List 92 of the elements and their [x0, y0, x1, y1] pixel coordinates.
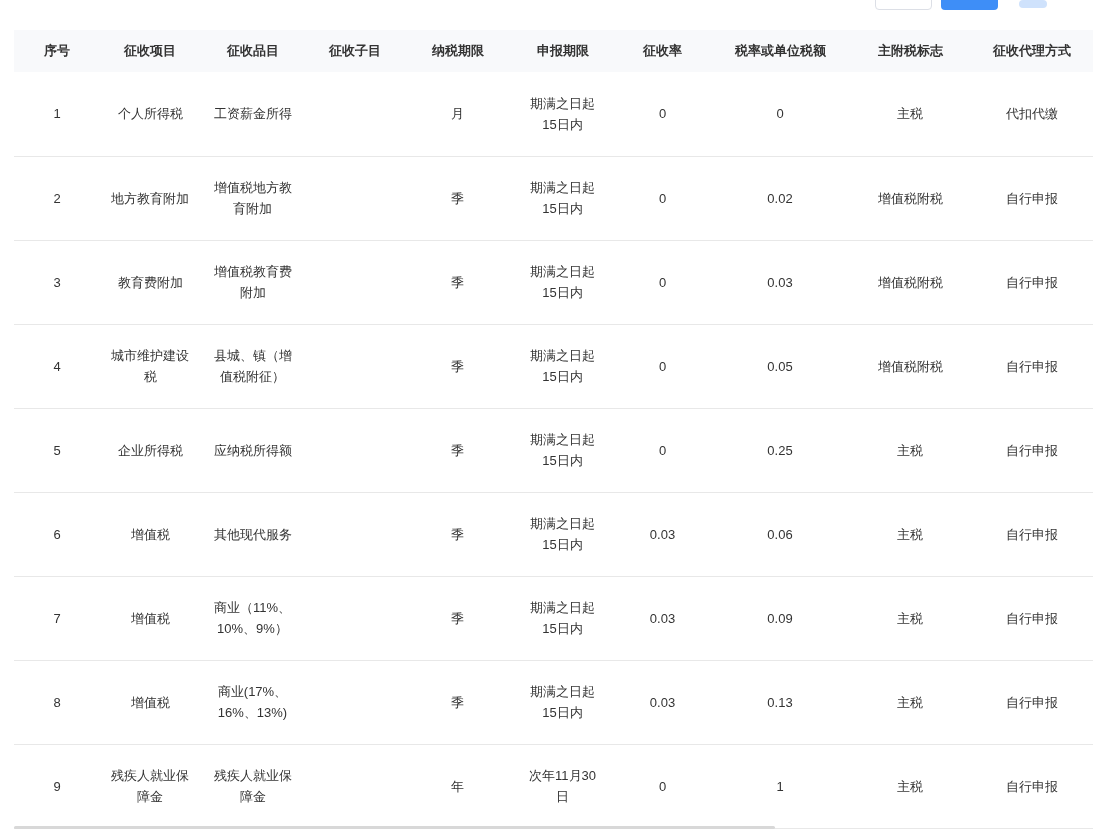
table-cell-text: 年: [451, 777, 464, 796]
table-cell-text: 0: [658, 105, 667, 124]
table-cell-text: 商业(17%、16%、13%): [216, 683, 289, 722]
table-cell-text: 季: [451, 693, 464, 712]
column-header: 税率或单位税额: [710, 30, 850, 72]
table-cell-text: 期满之日起15日内: [529, 515, 596, 554]
table-cell-text: 残疾人就业保障金: [110, 767, 190, 806]
table-cell-text: 城市维护建设税: [110, 347, 190, 386]
table-cell-text: 主税: [897, 441, 923, 460]
table-cell-text: 增值税附税: [877, 273, 943, 292]
table-cell-text: 自行申报: [1005, 525, 1058, 544]
table-cell-text: 季: [451, 273, 464, 292]
table-cell-text: 0.06: [767, 525, 793, 544]
table-cell-text: 季: [451, 441, 464, 460]
table-cell-text: 企业所得税: [117, 441, 183, 460]
table-cell-text: 自行申报: [1005, 693, 1058, 712]
table-cell-text: 0: [658, 273, 667, 292]
table-cell-text: 1: [776, 777, 784, 796]
table-cell-text: 主税: [897, 525, 923, 544]
table-cell-text: 0.13: [767, 693, 793, 712]
table-cell-text: 1: [53, 105, 61, 124]
table-cell-text: 自行申报: [1005, 441, 1058, 460]
table-cell-text: 应纳税所得额: [213, 441, 292, 460]
column-header: 征收项目: [100, 30, 200, 72]
table-cell-text: 0: [658, 777, 667, 796]
table-cell-text: 8: [53, 693, 61, 712]
table-cell-text: 增值税教育费附加: [212, 263, 293, 302]
table-cell-text: 0.09: [767, 609, 793, 628]
table-cell-text: 7: [53, 609, 61, 628]
table-cell-text: 增值税附税: [877, 357, 943, 376]
table-cell-text: 自行申报: [1005, 777, 1058, 796]
column-header: 征收子目: [305, 30, 405, 72]
column-header: 序号: [14, 30, 100, 72]
horizontal-scrollbar[interactable]: [14, 826, 775, 829]
table-cell-text: 主税: [897, 105, 923, 124]
table-cell-text: 0.02: [767, 189, 793, 208]
table-cell-text: 个人所得税: [117, 105, 183, 124]
table-cell-text: 期满之日起15日内: [529, 431, 596, 470]
table-cell-text: 其他现代服务: [213, 525, 292, 544]
table-cell-text: 季: [451, 189, 464, 208]
table-cell-text: 0.25: [767, 441, 793, 460]
table-cell-text: 期满之日起15日内: [529, 179, 596, 218]
table-cell-text: 增值税附税: [877, 189, 943, 208]
table-cell-text: 9: [53, 777, 61, 796]
table-cell-text: 季: [451, 525, 464, 544]
table-cell-text: 0.03: [649, 525, 676, 544]
table-cell-text: 自行申报: [1005, 273, 1058, 292]
table-cell-text: 季: [451, 609, 464, 628]
table-cell-text: 期满之日起15日内: [529, 683, 596, 722]
table-cell-text: 季: [451, 357, 464, 376]
table-cell-text: 增值税: [130, 693, 170, 712]
table-cell-text: 6: [53, 525, 61, 544]
table-cell-text: 0: [658, 441, 667, 460]
table-cell-text: 工资薪金所得: [213, 105, 292, 124]
table-cell-text: 月: [451, 105, 464, 124]
table-cell-text: 5: [53, 441, 61, 460]
table-cell-text: 0.03: [767, 273, 793, 292]
table-cell-text: 增值税地方教育附加: [212, 179, 293, 218]
column-header: 征收代理方式: [970, 30, 1093, 72]
table-cell-text: 期满之日起15日内: [529, 94, 596, 134]
table-cell-text: 2: [53, 189, 61, 208]
table-cell-text: 主税: [897, 777, 923, 796]
table-cell-text: 0: [658, 189, 667, 208]
column-header: 申报期限: [510, 30, 615, 72]
table-cell-text: 教育费附加: [117, 273, 183, 292]
table-cell-text: 期满之日起15日内: [529, 599, 596, 638]
table-cell-text: 3: [53, 273, 61, 292]
table-cell-text: 0.05: [767, 357, 793, 376]
column-header: 主附税标志: [850, 30, 970, 72]
table-cell-text: 县城、镇（增值税附征）: [212, 347, 293, 386]
table-cell-text: 0.03: [649, 693, 676, 712]
column-header: 纳税期限: [405, 30, 510, 72]
table-cell-text: 0: [776, 105, 784, 124]
table-cell-text: 次年11月30日: [528, 767, 597, 806]
table-cell-text: 自行申报: [1005, 609, 1058, 628]
table-cell-text: 自行申报: [1005, 357, 1058, 376]
table-cell-text: 0.03: [649, 609, 676, 628]
table-cell-text: 主税: [897, 609, 923, 628]
table-cell-text: 4: [53, 357, 61, 376]
table-cell-text: 增值税: [130, 525, 170, 544]
table-cell-text: 代扣代缴: [1005, 105, 1058, 124]
table-cell-text: 商业（11%、10%、9%）: [212, 599, 293, 638]
column-header: 征收率: [615, 30, 710, 72]
table-cell-text: 增值税: [130, 609, 170, 628]
table-cell-text: 期满之日起15日内: [529, 263, 596, 302]
table-cell-text: 自行申报: [1005, 189, 1058, 208]
table-cell-text: 期满之日起15日内: [529, 347, 596, 386]
table-cell-text: 0: [658, 357, 667, 376]
table-cell-text: 残疾人就业保障金: [212, 767, 293, 806]
column-header: 征收品目: [200, 30, 305, 72]
table-cell-text: 地方教育附加: [111, 189, 189, 208]
table-cell-text: 主税: [897, 693, 923, 712]
